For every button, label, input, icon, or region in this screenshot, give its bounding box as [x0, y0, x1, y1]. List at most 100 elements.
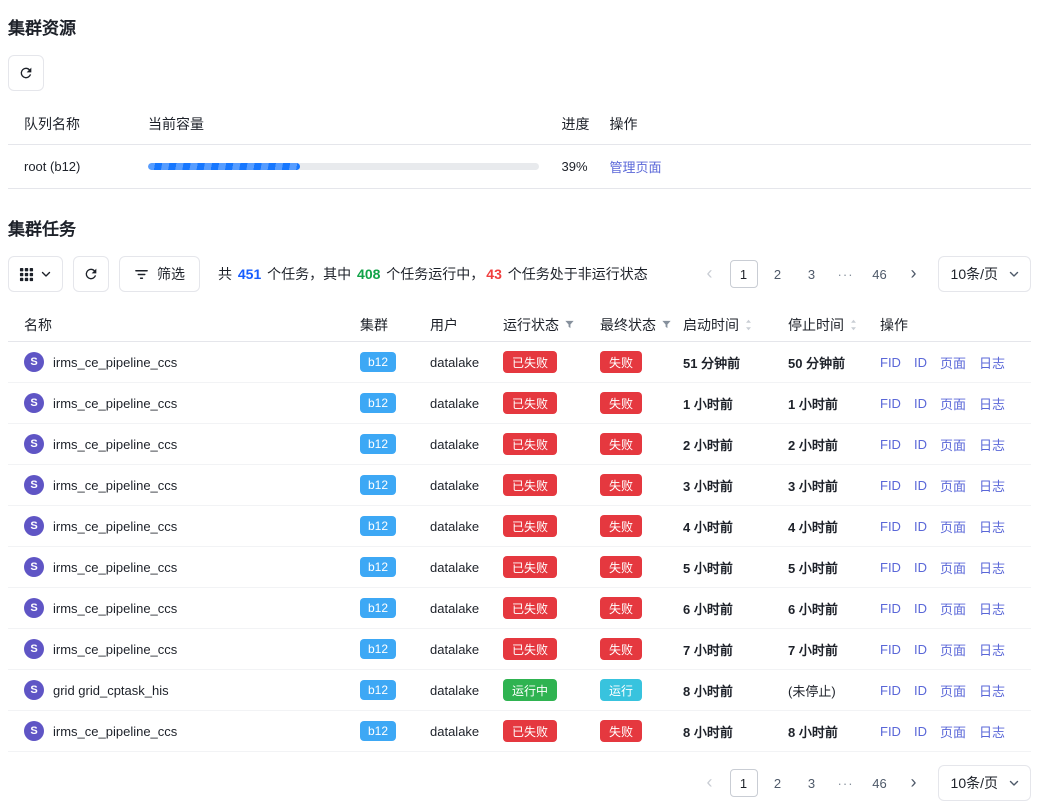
action-page-link[interactable]: 页面	[940, 476, 966, 495]
action-id-link[interactable]: ID	[914, 560, 927, 575]
action-page-link[interactable]: 页面	[940, 681, 966, 700]
action-log-link[interactable]: 日志	[979, 435, 1005, 454]
row-actions: FID ID 页面日志	[880, 353, 1023, 372]
filter-button[interactable]: 筛选	[119, 256, 200, 292]
task-row: S irms_ce_pipeline_ccs b12 datalake 已失败 …	[8, 547, 1031, 588]
action-log-link[interactable]: 日志	[979, 476, 1005, 495]
action-fid-link[interactable]: FID	[880, 724, 901, 739]
row-actions: FID ID 页面日志	[880, 558, 1023, 577]
action-fid-link[interactable]: FID	[880, 601, 901, 616]
row-actions: FID ID 页面日志	[880, 476, 1023, 495]
final-status-badge: 运行	[600, 679, 642, 701]
action-fid-link[interactable]: FID	[880, 396, 901, 411]
stop-time: 6 小时前	[788, 599, 880, 618]
chevron-right-icon[interactable]: ›	[900, 260, 928, 288]
layout-dropdown-button[interactable]	[8, 256, 63, 292]
run-status-badge: 已失败	[503, 351, 557, 373]
chevron-down-icon	[1008, 777, 1020, 789]
pagination-page-46[interactable]: 46	[866, 260, 894, 288]
action-fid-link[interactable]: FID	[880, 478, 901, 493]
stop-time: 50 分钟前	[788, 353, 880, 372]
run-status-cell: 已失败	[503, 638, 600, 660]
action-log-link[interactable]: 日志	[979, 517, 1005, 536]
action-id-link[interactable]: ID	[914, 396, 927, 411]
col-capacity: 当前容量	[148, 114, 562, 134]
avatar: S	[24, 352, 44, 372]
cluster-cell: b12	[360, 434, 430, 454]
run-status-cell: 运行中	[503, 679, 600, 701]
pagination-page-2[interactable]: 2	[764, 260, 792, 288]
chevron-right-icon[interactable]: ›	[900, 769, 928, 797]
action-fid-link[interactable]: FID	[880, 355, 901, 370]
pagination-page-2[interactable]: 2	[764, 769, 792, 797]
pagination-page-1[interactable]: 1	[730, 260, 758, 288]
chevron-left-icon[interactable]: ‹	[696, 260, 724, 288]
user-cell: datalake	[430, 560, 503, 575]
filter-funnel-icon[interactable]	[564, 319, 575, 330]
action-page-link[interactable]: 页面	[940, 353, 966, 372]
sort-icon[interactable]	[849, 318, 858, 332]
action-log-link[interactable]: 日志	[979, 599, 1005, 618]
action-id-link[interactable]: ID	[914, 478, 927, 493]
action-fid-link[interactable]: FID	[880, 437, 901, 452]
task-name: irms_ce_pipeline_ccs	[53, 437, 177, 452]
action-fid-link[interactable]: FID	[880, 519, 901, 534]
action-fid-link[interactable]: FID	[880, 642, 901, 657]
action-page-link[interactable]: 页面	[940, 722, 966, 741]
refresh-tasks-button[interactable]	[73, 256, 109, 292]
col-queue-name: 队列名称	[24, 114, 148, 134]
action-id-link[interactable]: ID	[914, 355, 927, 370]
pagination-page-3[interactable]: 3	[798, 769, 826, 797]
pagination-page-3[interactable]: 3	[798, 260, 826, 288]
action-id-link[interactable]: ID	[914, 437, 927, 452]
col-run-status-label: 运行状态	[503, 315, 559, 335]
action-fid-link[interactable]: FID	[880, 560, 901, 575]
run-status-badge: 已失败	[503, 515, 557, 537]
filter-button-label: 筛选	[157, 264, 185, 284]
run-status-badge: 已失败	[503, 597, 557, 619]
action-log-link[interactable]: 日志	[979, 558, 1005, 577]
action-log-link[interactable]: 日志	[979, 394, 1005, 413]
action-log-link[interactable]: 日志	[979, 353, 1005, 372]
action-id-link[interactable]: ID	[914, 519, 927, 534]
col-run-status[interactable]: 运行状态	[503, 315, 600, 335]
action-page-link[interactable]: 页面	[940, 435, 966, 454]
action-page-link[interactable]: 页面	[940, 517, 966, 536]
filter-funnel-icon[interactable]	[661, 319, 672, 330]
action-page-link[interactable]: 页面	[940, 640, 966, 659]
final-status-cell: 失败	[600, 392, 683, 414]
page-size-select-bottom[interactable]: 10条/页	[938, 765, 1031, 801]
action-id-link[interactable]: ID	[914, 601, 927, 616]
chevron-left-icon[interactable]: ‹	[696, 769, 724, 797]
col-start-time[interactable]: 启动时间	[683, 315, 788, 335]
summary-text-2: 个任务，其中	[263, 266, 355, 282]
summary-text-3: 个任务运行中，	[382, 266, 484, 282]
action-log-link[interactable]: 日志	[979, 681, 1005, 700]
sort-icon[interactable]	[744, 318, 753, 332]
resources-table-header: 队列名称 当前容量 进度 操作	[8, 103, 1031, 145]
pagination-ellipsis: ···	[832, 260, 860, 288]
col-final-status[interactable]: 最终状态	[600, 315, 683, 335]
action-log-link[interactable]: 日志	[979, 640, 1005, 659]
page-size-value: 10条/页	[951, 264, 998, 284]
pagination-page-46[interactable]: 46	[866, 769, 894, 797]
user-cell: datalake	[430, 519, 503, 534]
chevron-down-icon	[40, 268, 52, 280]
col-stop-time[interactable]: 停止时间	[788, 315, 880, 335]
action-page-link[interactable]: 页面	[940, 599, 966, 618]
action-id-link[interactable]: ID	[914, 642, 927, 657]
resources-toolbar	[8, 55, 1031, 91]
task-row: S irms_ce_pipeline_ccs b12 datalake 已失败 …	[8, 588, 1031, 629]
action-log-link[interactable]: 日志	[979, 722, 1005, 741]
action-page-link[interactable]: 页面	[940, 558, 966, 577]
page-size-value: 10条/页	[951, 773, 998, 793]
action-fid-link[interactable]: FID	[880, 683, 901, 698]
stop-time: 5 小时前	[788, 558, 880, 577]
page-size-select[interactable]: 10条/页	[938, 256, 1031, 292]
refresh-resources-button[interactable]	[8, 55, 44, 91]
action-id-link[interactable]: ID	[914, 683, 927, 698]
pagination-page-1[interactable]: 1	[730, 769, 758, 797]
action-page-link[interactable]: 页面	[940, 394, 966, 413]
manage-page-link[interactable]: 管理页面	[610, 160, 662, 175]
action-id-link[interactable]: ID	[914, 724, 927, 739]
